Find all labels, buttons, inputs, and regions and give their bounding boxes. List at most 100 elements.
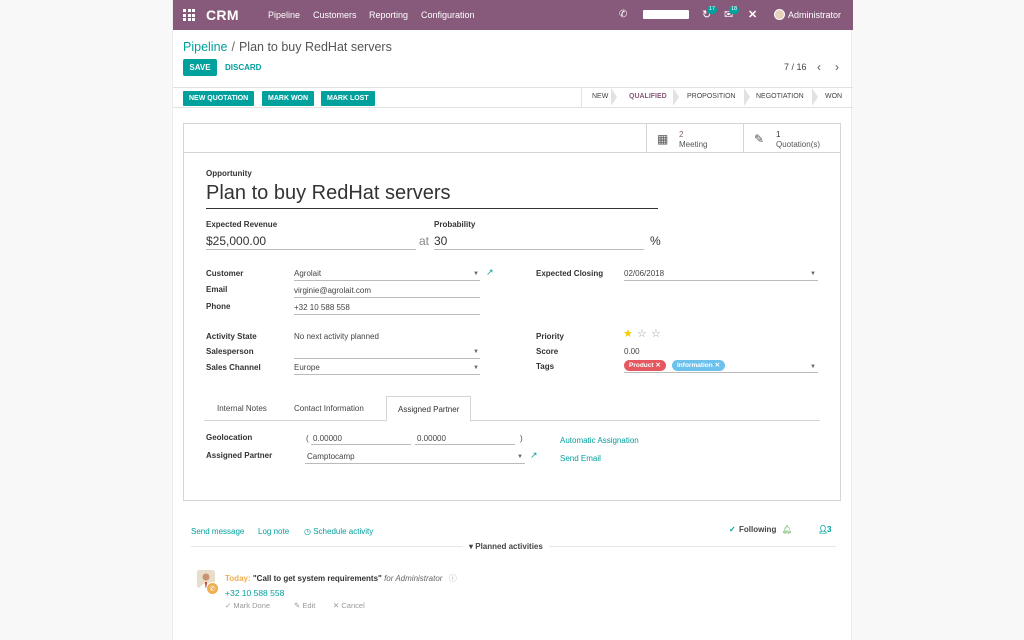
longitude-field[interactable]: 0.00000: [417, 434, 446, 443]
left-margin: [0, 0, 172, 640]
priority-star-icon[interactable]: ☆: [651, 327, 661, 340]
cancel-label: Cancel: [341, 601, 365, 610]
tag-product[interactable]: Product ✕: [624, 360, 666, 371]
assigned-partner-field[interactable]: Camptocamp: [307, 452, 355, 461]
messages-count-badge: 18: [729, 6, 740, 14]
top-navbar: CRM Pipeline Customers Reporting Configu…: [173, 0, 853, 30]
expected-closing-field[interactable]: 02/06/2018: [624, 269, 664, 278]
stage-new[interactable]: NEW: [592, 93, 608, 100]
stage-proposition[interactable]: PROPOSITION: [687, 93, 736, 100]
latitude-underline: [311, 444, 411, 445]
assigned-partner-dropdown-icon[interactable]: ▼: [517, 454, 523, 460]
automatic-assignation-button[interactable]: Automatic Assignation: [560, 436, 639, 445]
mark-done-button[interactable]: ✓ Mark Done: [225, 601, 270, 610]
meeting-count: 2: [679, 130, 684, 139]
user-avatar[interactable]: [774, 9, 785, 20]
edit-activity-button[interactable]: ✎ Edit: [294, 601, 315, 610]
pager-previous-icon[interactable]: ‹: [817, 60, 821, 74]
tag-information[interactable]: Information ✕: [672, 360, 726, 371]
tag-information-label: Information: [677, 362, 713, 369]
latitude-field[interactable]: 0.00000: [313, 434, 342, 443]
check-icon: ✓: [225, 601, 232, 610]
expected-closing-dropdown-icon[interactable]: ▼: [810, 271, 816, 277]
planned-activities-toggle[interactable]: ▾ Planned activities: [463, 542, 549, 551]
remove-tag-icon[interactable]: ✕: [715, 362, 720, 369]
discard-button[interactable]: DISCARD: [225, 63, 261, 72]
save-button[interactable]: SAVE: [183, 59, 217, 76]
following-button[interactable]: Following: [739, 525, 776, 534]
geolocation-close-paren: ): [520, 434, 523, 443]
stage-separator-icon: [611, 88, 617, 106]
tab-assigned-partner[interactable]: Assigned Partner: [386, 396, 472, 422]
mark-won-button[interactable]: MARK WON: [262, 91, 315, 106]
tab-contact-information[interactable]: Contact Information: [294, 404, 364, 413]
opportunity-label: Opportunity: [206, 169, 252, 178]
tags-underline: [624, 372, 818, 373]
tab-internal-notes[interactable]: Internal Notes: [217, 404, 267, 413]
send-email-button[interactable]: Send Email: [560, 454, 601, 463]
apps-menu-icon[interactable]: [183, 9, 195, 21]
followers-count[interactable]: 3: [827, 525, 831, 534]
stage-separator-icon: [673, 88, 679, 106]
external-link-icon[interactable]: ↗: [486, 267, 494, 278]
priority-star-icon[interactable]: ★: [623, 327, 633, 340]
schedule-activity-label: Schedule activity: [313, 527, 374, 536]
phone-field[interactable]: +32 10 588 558: [294, 303, 350, 312]
customer-dropdown-icon[interactable]: ▼: [473, 271, 479, 277]
menu-pipeline[interactable]: Pipeline: [268, 10, 300, 20]
mark-done-label: Mark Done: [233, 601, 271, 610]
opportunity-name-input[interactable]: Plan to buy RedHat servers: [206, 182, 451, 205]
stage-qualified[interactable]: QUALIFIED: [629, 93, 667, 100]
expected-revenue-input[interactable]: $25,000.00: [206, 234, 266, 248]
debug-tools-icon[interactable]: ✕: [748, 8, 757, 21]
sales-channel-label: Sales Channel: [206, 363, 261, 372]
score-label: Score: [536, 347, 559, 356]
sales-channel-field[interactable]: Europe: [294, 363, 320, 372]
phone-icon[interactable]: ✆: [619, 9, 627, 20]
breadcrumb-current: Plan to buy RedHat servers: [238, 40, 392, 54]
probability-underline: [434, 249, 644, 250]
email-field[interactable]: virginie@agrolait.com: [294, 286, 371, 295]
menu-reporting[interactable]: Reporting: [369, 10, 408, 20]
remove-tag-icon[interactable]: ✕: [655, 362, 660, 369]
menu-customers[interactable]: Customers: [313, 10, 357, 20]
pager-next-icon[interactable]: ›: [835, 60, 839, 74]
probability-input[interactable]: 30: [434, 234, 447, 248]
pager-value[interactable]: 7 / 16: [784, 62, 807, 72]
stage-won[interactable]: WON: [825, 93, 842, 100]
activity-state-label: Activity State: [206, 332, 257, 341]
app-brand: CRM: [206, 7, 239, 23]
at-label: at: [419, 234, 430, 248]
bell-icon[interactable]: 🔔︎: [782, 525, 792, 534]
expected-revenue-label: Expected Revenue: [206, 220, 278, 229]
schedule-activity-button[interactable]: ◷ Schedule activity: [304, 527, 373, 536]
score-value: 0.00: [624, 347, 640, 356]
meeting-smart-button[interactable]: ▦ 2 Meeting: [646, 124, 743, 152]
phone-label: Phone: [206, 302, 231, 311]
priority-star-icon[interactable]: ☆: [637, 327, 647, 340]
send-message-button[interactable]: Send message: [191, 527, 244, 536]
log-note-button[interactable]: Log note: [258, 527, 289, 536]
mark-lost-button[interactable]: MARK LOST: [321, 91, 375, 106]
activity-phone-link[interactable]: +32 10 588 558: [225, 588, 284, 598]
voip-search-field[interactable]: [643, 10, 689, 19]
customer-field[interactable]: Agrolait: [294, 269, 321, 278]
sales-channel-dropdown-icon[interactable]: ▼: [473, 365, 479, 371]
longitude-underline: [415, 444, 515, 445]
breadcrumb: Pipeline / Plan to buy RedHat servers: [183, 40, 392, 54]
stage-negotiation[interactable]: NEGOTIATION: [756, 93, 804, 100]
new-quotation-button[interactable]: NEW QUOTATION: [183, 91, 255, 106]
info-icon[interactable]: ⓘ: [449, 574, 457, 583]
breadcrumb-pipeline-link[interactable]: Pipeline: [183, 40, 227, 54]
tags-dropdown-icon[interactable]: ▼: [810, 364, 816, 370]
times-icon: ✕: [333, 601, 340, 610]
cancel-activity-button[interactable]: ✕ Cancel: [333, 601, 365, 610]
planned-activities-label: Planned activities: [475, 542, 543, 551]
menu-configuration[interactable]: Configuration: [421, 10, 475, 20]
expected-closing-underline: [624, 280, 818, 281]
activity-count-badge: 17: [707, 6, 718, 14]
external-link-icon[interactable]: ↗: [530, 450, 538, 461]
user-menu[interactable]: Administrator: [788, 10, 841, 20]
quotations-smart-button[interactable]: ✎ 1 Quotation(s): [743, 124, 840, 152]
salesperson-dropdown-icon[interactable]: ▼: [473, 349, 479, 355]
